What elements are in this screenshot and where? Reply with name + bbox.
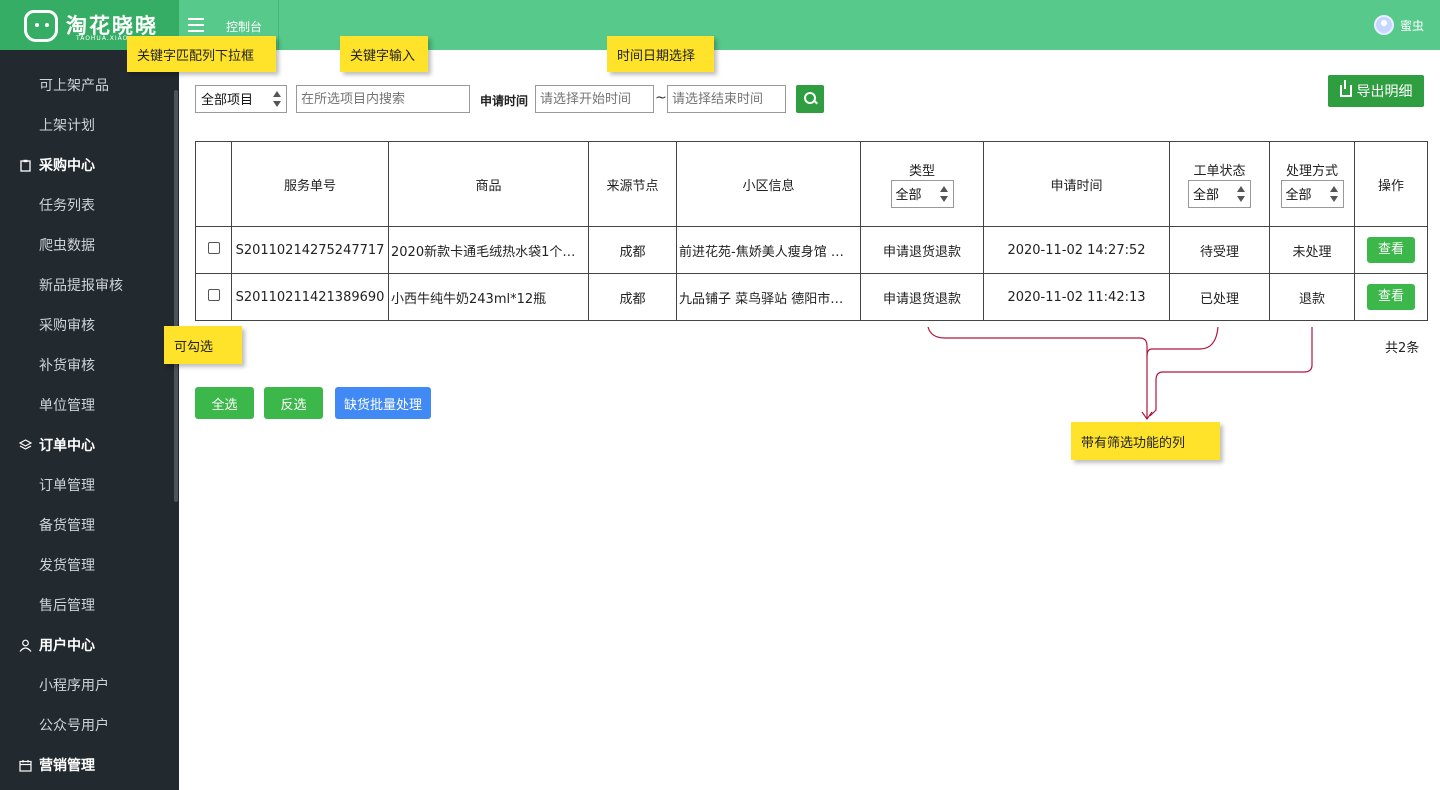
arrow-from-status-column xyxy=(1146,326,1219,357)
annotation-arrows xyxy=(927,326,1313,421)
arrow-from-type-column xyxy=(927,326,1148,418)
arrow-from-method-column xyxy=(1149,327,1313,417)
